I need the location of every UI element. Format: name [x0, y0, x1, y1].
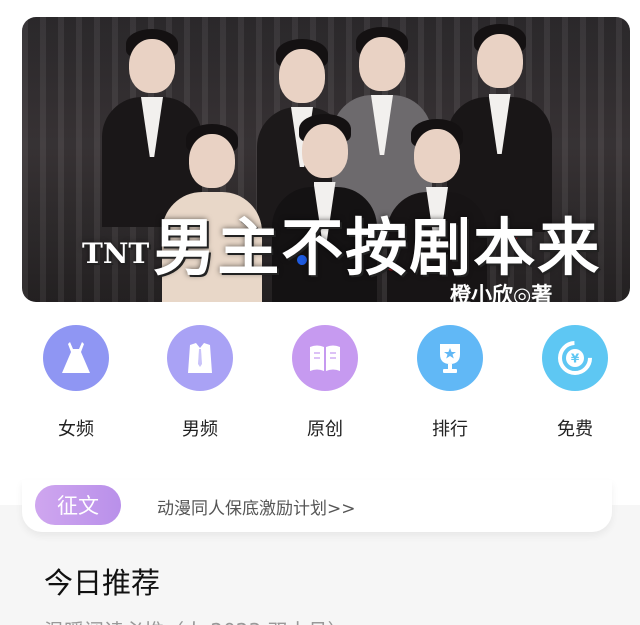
trophy-icon	[417, 325, 483, 391]
category-free[interactable]: ¥ 免费	[540, 325, 610, 441]
category-label: 女频	[58, 419, 94, 440]
banner-title-prefix: TNT	[82, 236, 150, 270]
notice-link[interactable]: 动漫同人保底激励计划>>	[157, 494, 356, 519]
book-icon	[292, 325, 358, 391]
notice-tag: 征文	[35, 485, 121, 525]
category-label: 原创	[307, 419, 343, 440]
banner-title: TNT男主不按剧本来	[82, 197, 601, 284]
shirt-icon	[167, 325, 233, 391]
category-male[interactable]: 男频	[165, 325, 235, 441]
banner-carousel[interactable]: TNT男主不按剧本来 橙小欣◎著	[22, 17, 630, 302]
category-label: 免费	[557, 419, 593, 440]
category-original[interactable]: 原创	[290, 325, 360, 441]
section-subtitle: 温暖阅读必推（人 2023 双十月）	[44, 615, 348, 625]
section-title: 今日推荐	[44, 566, 161, 600]
category-label: 男频	[182, 419, 218, 440]
yuan-coin-icon: ¥	[542, 325, 608, 391]
dress-icon	[43, 325, 109, 391]
banner-title-text: 男主不按剧本来	[153, 211, 602, 284]
category-ranking[interactable]: 排行	[415, 325, 485, 441]
category-female[interactable]: 女频	[41, 325, 111, 441]
banner-author: 橙小欣◎著	[450, 283, 553, 302]
svg-text:¥: ¥	[571, 352, 580, 366]
category-label: 排行	[432, 419, 468, 440]
notice-bar[interactable]: 征文 动漫同人保底激励计划>>	[22, 480, 612, 532]
